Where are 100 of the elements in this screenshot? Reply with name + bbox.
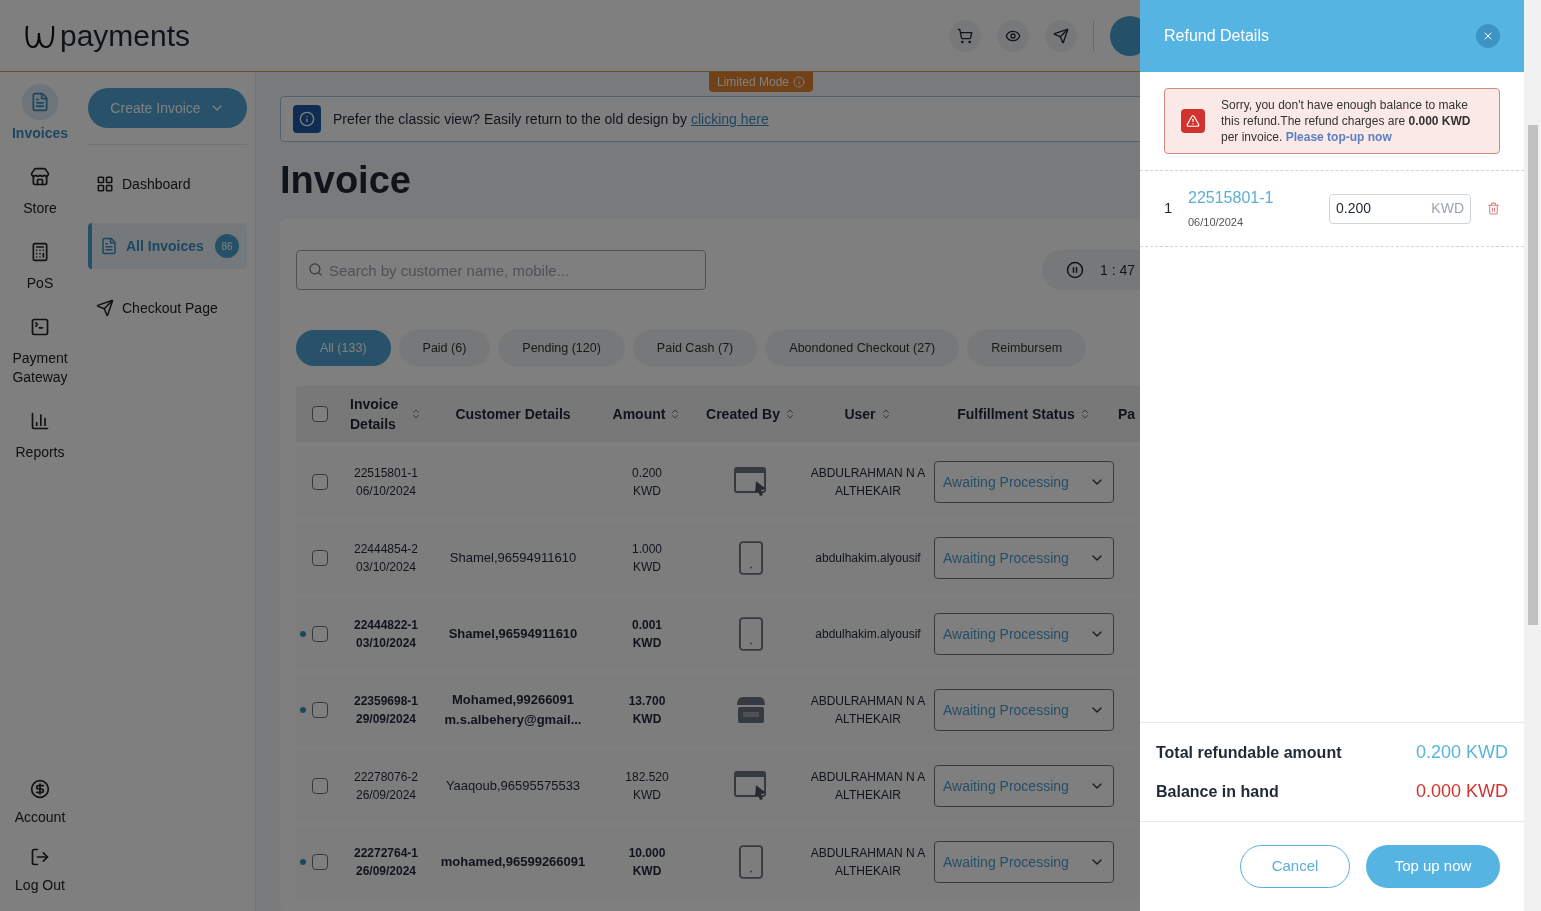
rail-item[interactable]: Payment Gateway — [2, 309, 78, 387]
column-header: Fulfillment Status — [957, 404, 1075, 424]
warning-icon — [1181, 109, 1205, 133]
status-select[interactable]: Awaiting Processing — [934, 537, 1114, 579]
filter-tab[interactable]: Abondoned Checkout (27) — [765, 330, 960, 366]
currency-text: KWD — [631, 863, 663, 880]
cart-button[interactable] — [949, 19, 981, 52]
status-select[interactable]: Awaiting Processing — [934, 765, 1114, 807]
row-checkbox[interactable] — [312, 550, 328, 566]
user-name: ABDULRAHMAN N A ALTHEKAIR — [810, 770, 926, 802]
filter-tab[interactable]: Pending (120) — [498, 330, 625, 366]
calculator-icon — [30, 242, 50, 262]
exit-icon — [30, 847, 50, 867]
submenu-item[interactable]: Dashboard — [88, 161, 247, 207]
browser-cursor-icon — [734, 467, 768, 497]
modal-backdrop[interactable] — [0, 0, 1140, 911]
scrollbar-thumb[interactable] — [1527, 125, 1538, 625]
customer-text: m.s.albehery@gmail... — [443, 711, 583, 729]
filter-tab[interactable]: All (133) — [296, 330, 391, 366]
submenu-item[interactable]: Checkout Page — [88, 285, 247, 331]
invoice-date: 03/10/2024 — [354, 559, 418, 576]
clicking-here-link[interactable]: clicking here — [690, 111, 769, 127]
timer-text: 1 : 47 — [1100, 261, 1136, 280]
invoice-date: 06/10/2024 — [1188, 215, 1245, 231]
customer-text: Shamel,96594911610 — [448, 549, 578, 567]
coin-icon — [30, 779, 50, 799]
column-header: Amount — [612, 404, 666, 424]
customer-text: Shamel,96594911610 — [447, 625, 579, 643]
column-header: User — [844, 404, 876, 424]
send-icon — [1053, 27, 1069, 44]
info-icon — [293, 105, 321, 133]
terminal-icon — [30, 317, 50, 337]
create-invoice-button[interactable]: Create Invoice — [88, 88, 247, 128]
currency-text: KWD — [632, 483, 662, 500]
user-name: abdulhakim.alyousif — [815, 551, 921, 565]
top-up-link[interactable]: Please top-up now — [1285, 130, 1392, 144]
customer-text: Mohamed,99266091 — [450, 691, 576, 709]
filter-tab[interactable]: Paid Cash (7) — [632, 330, 758, 366]
banner-text: Prefer the classic view? Easily return to the old design by clicking here — [333, 110, 769, 129]
invoice-number: 22359698-1 — [352, 693, 420, 710]
rail-item[interactable]: Invoices — [2, 84, 78, 143]
refund-amount-field[interactable]: 0.200 KWD — [1329, 193, 1471, 224]
eye-button[interactable] — [997, 19, 1029, 52]
page-title: Invoice — [280, 158, 412, 202]
user-name: ABDULRAHMAN N A ALTHEKAIR — [810, 846, 926, 878]
invoice-number: 22272764-1 — [352, 845, 420, 862]
browser-cursor-icon — [734, 771, 768, 801]
invoice-link[interactable]: 22515801-1 — [1188, 186, 1274, 211]
total-label: Total refundable amount — [1156, 742, 1342, 763]
submenu-item[interactable]: All Invoices 86 — [88, 223, 247, 269]
user-name: ABDULRAHMAN N A ALTHEKAIR — [810, 466, 926, 498]
scrollbar[interactable] — [1524, 0, 1541, 911]
count-badge: 86 — [215, 234, 239, 258]
amount-value: 0.001 — [631, 617, 663, 634]
rail-item[interactable]: PoS — [2, 234, 78, 293]
trash-icon[interactable] — [1487, 202, 1500, 215]
row-checkbox[interactable] — [312, 702, 328, 718]
rail-item[interactable]: Reports — [2, 403, 78, 462]
total-value: 0.000 KWD — [1415, 780, 1508, 803]
pause-icon[interactable] — [1066, 261, 1084, 279]
invoice-number: 22515801-1 — [352, 465, 420, 482]
top-up-button[interactable]: Top up now — [1366, 845, 1500, 888]
column-header: Invoice Details — [350, 395, 400, 434]
close-button[interactable] — [1476, 24, 1500, 48]
item-index: 1 — [1164, 198, 1174, 219]
column-header: Pa — [1118, 404, 1136, 424]
send-button[interactable] — [1045, 19, 1077, 52]
filter-tab[interactable]: Paid (6) — [398, 330, 491, 366]
invoice-date: 26/09/2024 — [354, 787, 418, 804]
filter-tab[interactable]: Reimbursem — [967, 330, 1087, 366]
drawer-title: Refund Details — [1164, 26, 1269, 46]
rail-item[interactable]: Store — [2, 159, 78, 218]
rail-item[interactable]: Account — [2, 779, 78, 827]
currency-text: KWD — [631, 635, 663, 652]
invoice-date: 26/09/2024 — [354, 863, 418, 880]
customer-text: mohamed,96599266091 — [439, 853, 587, 871]
currency-text: KWD — [631, 711, 663, 728]
status-select[interactable]: Awaiting Processing — [934, 841, 1114, 883]
document-icon — [30, 92, 50, 112]
row-checkbox[interactable] — [312, 778, 328, 794]
avatar[interactable] — [1110, 15, 1140, 56]
select-all-checkbox[interactable] — [312, 406, 328, 422]
rail-item[interactable]: Log Out — [2, 847, 78, 895]
row-checkbox[interactable] — [312, 854, 328, 870]
row-checkbox[interactable] — [312, 474, 328, 490]
logo-text: payments — [60, 20, 191, 51]
column-header: Created By — [706, 404, 780, 424]
send-icon — [96, 299, 114, 317]
customer-text: Yaaqoub,96595575533 — [444, 777, 582, 795]
invoice-number: 22444822-1 — [352, 617, 420, 634]
amount-value: 182.520 — [624, 769, 670, 786]
status-select[interactable]: Awaiting Processing — [934, 689, 1114, 731]
amount-value: 13.700 — [627, 693, 667, 710]
row-checkbox[interactable] — [312, 626, 328, 642]
status-select[interactable]: Awaiting Processing — [934, 613, 1114, 655]
status-select[interactable]: Awaiting Processing — [934, 461, 1114, 503]
chart-icon — [30, 411, 50, 431]
info-icon — [793, 76, 806, 88]
store-icon — [30, 167, 50, 187]
sort-icon[interactable] — [410, 408, 422, 420]
